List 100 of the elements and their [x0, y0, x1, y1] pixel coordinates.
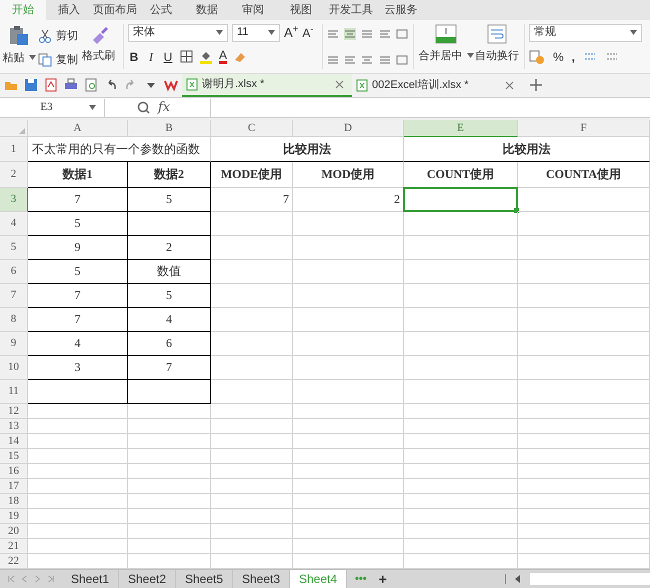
- column-header[interactable]: A: [28, 120, 128, 137]
- copy-button[interactable]: 复制: [38, 52, 78, 69]
- row-header[interactable]: 15: [0, 448, 28, 464]
- insert-function-button[interactable]: fx: [158, 98, 170, 118]
- row-header[interactable]: 13: [0, 418, 28, 434]
- caret-icon[interactable]: [630, 30, 637, 36]
- column-header[interactable]: B: [128, 120, 211, 137]
- paste-button[interactable]: 粘贴: [4, 24, 34, 73]
- thousands-separator-button[interactable]: ,: [572, 48, 576, 66]
- add-sheet-button[interactable]: +: [374, 570, 391, 588]
- format-painter-button[interactable]: 格式刷: [82, 24, 115, 73]
- italic-button[interactable]: I: [146, 48, 156, 66]
- align-icon[interactable]: [327, 54, 339, 66]
- align-icon[interactable]: [344, 54, 356, 66]
- document-tab[interactable]: 谢明月.xlsx *: [182, 74, 352, 98]
- column-header[interactable]: F: [518, 120, 650, 137]
- menu-tab[interactable]: 审阅: [230, 0, 276, 20]
- spreadsheet-file-icon[interactable]: [186, 78, 198, 91]
- menu-tab[interactable]: 数据: [184, 0, 230, 20]
- row-header[interactable]: 4: [0, 212, 28, 236]
- currency-format-icon[interactable]: [529, 50, 545, 64]
- menu-tab[interactable]: 公式: [138, 0, 184, 20]
- align-icon[interactable]: [378, 28, 391, 40]
- menu-tab[interactable]: 云服务: [376, 0, 426, 20]
- column-header[interactable]: D: [293, 120, 404, 137]
- align-icon[interactable]: [361, 28, 374, 40]
- align-icon[interactable]: [344, 28, 356, 40]
- menu-tab[interactable]: 视图: [276, 0, 326, 20]
- pdf-export-icon[interactable]: [44, 78, 58, 92]
- column-header[interactable]: E: [404, 120, 518, 137]
- align-icon[interactable]: [378, 54, 391, 66]
- zoom-icon[interactable]: [137, 101, 150, 114]
- table-cell: 7: [28, 308, 128, 332]
- font-name-dropdown[interactable]: 宋体: [128, 24, 228, 42]
- row-header[interactable]: 12: [0, 404, 28, 419]
- cut-button[interactable]: 剪切: [38, 28, 78, 44]
- table-cell: 7: [28, 284, 128, 308]
- scroll-left-icon[interactable]: [514, 574, 522, 584]
- table-cell: 7: [211, 188, 293, 212]
- row-header[interactable]: 5: [0, 236, 28, 260]
- column-header[interactable]: C: [211, 120, 293, 137]
- print-preview-icon[interactable]: [84, 78, 98, 92]
- row-header[interactable]: 2: [0, 162, 28, 188]
- menu-tab[interactable]: 插入: [46, 0, 92, 20]
- row-header[interactable]: 8: [0, 308, 28, 332]
- fill-bucket-icon[interactable]: [199, 50, 213, 64]
- underline-button[interactable]: U: [162, 48, 174, 66]
- shrink-font-button[interactable]: A$^{-}$: [302, 26, 314, 39]
- row-header[interactable]: 9: [0, 332, 28, 356]
- close-icon[interactable]: [335, 80, 344, 89]
- add-tab-icon[interactable]: [530, 79, 542, 92]
- horizontal-scrollbar[interactable]: [530, 572, 650, 585]
- wps-logo-icon[interactable]: [164, 78, 178, 92]
- align-icon[interactable]: [396, 28, 408, 40]
- row-header[interactable]: 17: [0, 478, 28, 494]
- caret-icon[interactable]: [466, 53, 474, 58]
- number-format-dropdown[interactable]: 常规: [529, 24, 642, 42]
- menu-tab[interactable]: 开发工具: [326, 0, 376, 20]
- wrap-text-button[interactable]: 自动换行: [474, 20, 520, 73]
- row-header[interactable]: 1: [0, 136, 28, 162]
- row-header[interactable]: 11: [0, 380, 28, 404]
- borders-icon[interactable]: [180, 50, 193, 64]
- caret-icon[interactable]: [268, 30, 275, 36]
- table-cell: 5: [128, 188, 211, 212]
- row-header[interactable]: 16: [0, 464, 28, 479]
- save-icon[interactable]: [24, 78, 38, 92]
- caret-icon[interactable]: [28, 55, 36, 60]
- table-cell: 4: [128, 308, 211, 332]
- align-icon[interactable]: [396, 54, 408, 66]
- spreadsheet-file-icon[interactable]: [356, 78, 368, 92]
- row-header[interactable]: 21: [0, 538, 28, 554]
- scissors-icon[interactable]: [38, 28, 52, 43]
- clipboard-icon[interactable]: [8, 24, 30, 46]
- caret-icon[interactable]: [216, 30, 223, 36]
- font-size-dropdown[interactable]: 11: [232, 24, 280, 42]
- align-icon[interactable]: [361, 54, 374, 66]
- close-icon[interactable]: [505, 80, 514, 90]
- row-header[interactable]: 10: [0, 356, 28, 380]
- name-box[interactable]: E3: [0, 98, 105, 117]
- merge-cells-icon[interactable]: [435, 24, 457, 44]
- row-header[interactable]: 6: [0, 260, 28, 284]
- row-header[interactable]: 14: [0, 434, 28, 449]
- row-header[interactable]: 20: [0, 524, 28, 539]
- copy-icon[interactable]: [38, 53, 52, 68]
- font-color-button[interactable]: A: [219, 49, 228, 64]
- menu-tab[interactable]: 页面布局: [92, 0, 138, 20]
- bold-button[interactable]: B: [128, 48, 140, 66]
- row-header[interactable]: 7: [0, 284, 28, 308]
- align-icon[interactable]: [327, 28, 339, 40]
- caret-icon[interactable]: [89, 105, 96, 110]
- merge-center-button[interactable]: 合并居中: [418, 20, 474, 73]
- grow-font-button[interactable]: A$^{+}$: [284, 26, 298, 40]
- table-cell: 5: [28, 212, 128, 236]
- table-cell: 不太常用的只有一个参数的函数: [28, 136, 211, 162]
- row-header[interactable]: 22: [0, 554, 28, 569]
- row-header[interactable]: 18: [0, 494, 28, 509]
- percent-button[interactable]: %: [553, 48, 564, 66]
- row-header[interactable]: 3: [0, 188, 28, 212]
- wrap-text-icon[interactable]: [487, 24, 507, 44]
- row-header[interactable]: 19: [0, 508, 28, 524]
